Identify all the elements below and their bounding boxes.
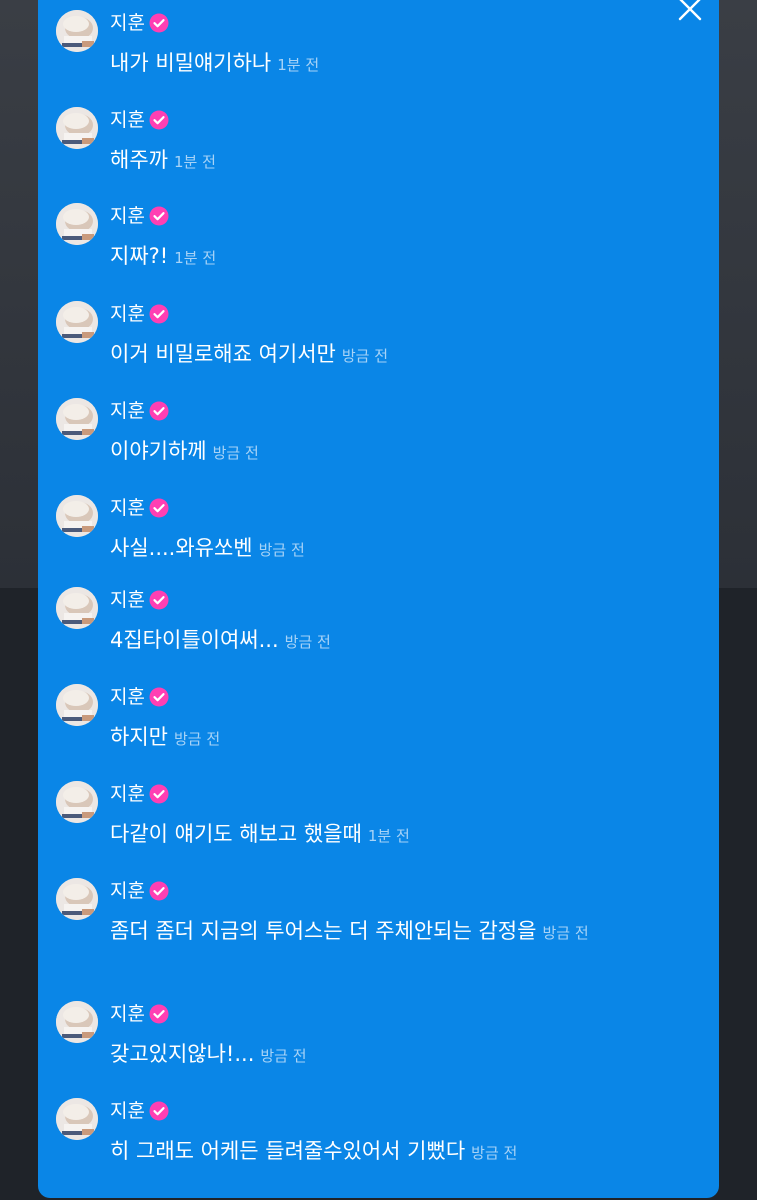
message-text: 지짜?! — [110, 244, 169, 268]
message-body: 다같이 얘기도 해보고 했을때 1분 전 — [110, 819, 670, 851]
avatar-photo — [56, 495, 98, 537]
message-text: 다같이 얘기도 해보고 했을때 — [110, 822, 362, 846]
message-body: 해주까 1분 전 — [110, 145, 670, 177]
message-time: 1분 전 — [174, 249, 217, 267]
avatar-photo — [56, 398, 98, 440]
avatar[interactable] — [56, 1098, 98, 1140]
username[interactable]: 지훈 — [110, 203, 145, 229]
avatar-photo — [56, 587, 98, 629]
message-body: 사실....와유쏘벤 방금 전 — [110, 533, 670, 565]
message-body: 이거 비밀로해죠 여기서만 방금 전 — [110, 339, 670, 371]
avatar[interactable] — [56, 781, 98, 823]
avatar-photo — [56, 301, 98, 343]
avatar[interactable] — [56, 10, 98, 52]
message-body: 이야기하께 방금 전 — [110, 436, 670, 468]
username[interactable]: 지훈 — [110, 10, 145, 36]
verified-badge-icon — [149, 401, 169, 421]
verified-badge-icon — [149, 304, 169, 324]
message-time: 방금 전 — [173, 730, 221, 748]
username[interactable]: 지훈 — [110, 1001, 145, 1027]
message-time: 방금 전 — [471, 1144, 518, 1162]
message-body: 지짜?! 1분 전 — [110, 241, 670, 273]
verified-badge-icon — [149, 881, 169, 901]
username[interactable]: 지훈 — [110, 495, 145, 521]
avatar[interactable] — [56, 301, 98, 343]
verified-badge-icon — [149, 1004, 169, 1024]
username[interactable]: 지훈 — [110, 1098, 145, 1124]
message-time: 방금 전 — [341, 347, 389, 365]
message-body: 갖고있지않나!... 방금 전 — [110, 1039, 670, 1071]
verified-badge-icon — [149, 590, 169, 610]
message-time: 방금 전 — [258, 541, 305, 559]
avatar-photo — [56, 1001, 98, 1043]
avatar-photo — [56, 203, 98, 245]
username[interactable]: 지훈 — [110, 301, 145, 327]
message-body: 하지만 방금 전 — [110, 722, 670, 754]
message-time: 1분 전 — [173, 153, 216, 171]
chat-panel: 지훈 내가 비밀얘기하나 1분 전 지훈 해주까 1분 전 지훈 지짜?! 1분… — [38, 0, 719, 1198]
username[interactable]: 지훈 — [110, 684, 145, 710]
username[interactable]: 지훈 — [110, 398, 145, 424]
message-time: 1분 전 — [277, 56, 320, 74]
message-body: 내가 비밀얘기하나 1분 전 — [110, 48, 670, 80]
username[interactable]: 지훈 — [110, 587, 145, 613]
message-text: 4집타이틀이여써... — [110, 628, 279, 652]
avatar[interactable] — [56, 203, 98, 245]
avatar[interactable] — [56, 878, 98, 920]
message-text: 좀더 좀더 지금의 투어스는 더 주체안되는 감정을 — [110, 919, 537, 943]
avatar[interactable] — [56, 495, 98, 537]
close-icon — [678, 0, 702, 21]
avatar[interactable] — [56, 1001, 98, 1043]
avatar-photo — [56, 1098, 98, 1140]
avatar[interactable] — [56, 684, 98, 726]
message-time: 방금 전 — [542, 924, 589, 942]
message-body: 4집타이틀이여써... 방금 전 — [110, 625, 670, 657]
verified-badge-icon — [149, 13, 169, 33]
verified-badge-icon — [149, 687, 169, 707]
avatar-photo — [56, 684, 98, 726]
message-time: 방금 전 — [284, 633, 331, 651]
message-time: 방금 전 — [260, 1047, 307, 1065]
message-time: 1분 전 — [367, 827, 410, 845]
avatar[interactable] — [56, 398, 98, 440]
message-time: 방금 전 — [212, 444, 259, 462]
message-text: 이거 비밀로해죠 여기서만 — [110, 342, 336, 366]
avatar-photo — [56, 781, 98, 823]
avatar-photo — [56, 10, 98, 52]
close-button[interactable] — [675, 0, 705, 24]
message-body: 좀더 좀더 지금의 투어스는 더 주체안되는 감정을 방금 전 — [110, 916, 670, 948]
verified-badge-icon — [149, 1101, 169, 1121]
verified-badge-icon — [149, 784, 169, 804]
verified-badge-icon — [149, 498, 169, 518]
avatar[interactable] — [56, 587, 98, 629]
verified-badge-icon — [149, 110, 169, 130]
verified-badge-icon — [149, 206, 169, 226]
message-text: 히 그래도 어케든 들려줄수있어서 기뻤다 — [110, 1139, 466, 1163]
message-text: 이야기하께 — [110, 439, 207, 463]
message-body: 히 그래도 어케든 들려줄수있어서 기뻤다 방금 전 — [110, 1136, 670, 1168]
avatar-photo — [56, 107, 98, 149]
avatar[interactable] — [56, 107, 98, 149]
message-text: 갖고있지않나!... — [110, 1042, 255, 1066]
username[interactable]: 지훈 — [110, 107, 145, 133]
username[interactable]: 지훈 — [110, 781, 145, 807]
message-text: 해주까 — [110, 148, 168, 172]
avatar-photo — [56, 878, 98, 920]
message-text: 내가 비밀얘기하나 — [110, 51, 272, 75]
message-text: 하지만 — [110, 725, 168, 749]
username[interactable]: 지훈 — [110, 878, 145, 904]
message-text: 사실....와유쏘벤 — [110, 536, 253, 560]
